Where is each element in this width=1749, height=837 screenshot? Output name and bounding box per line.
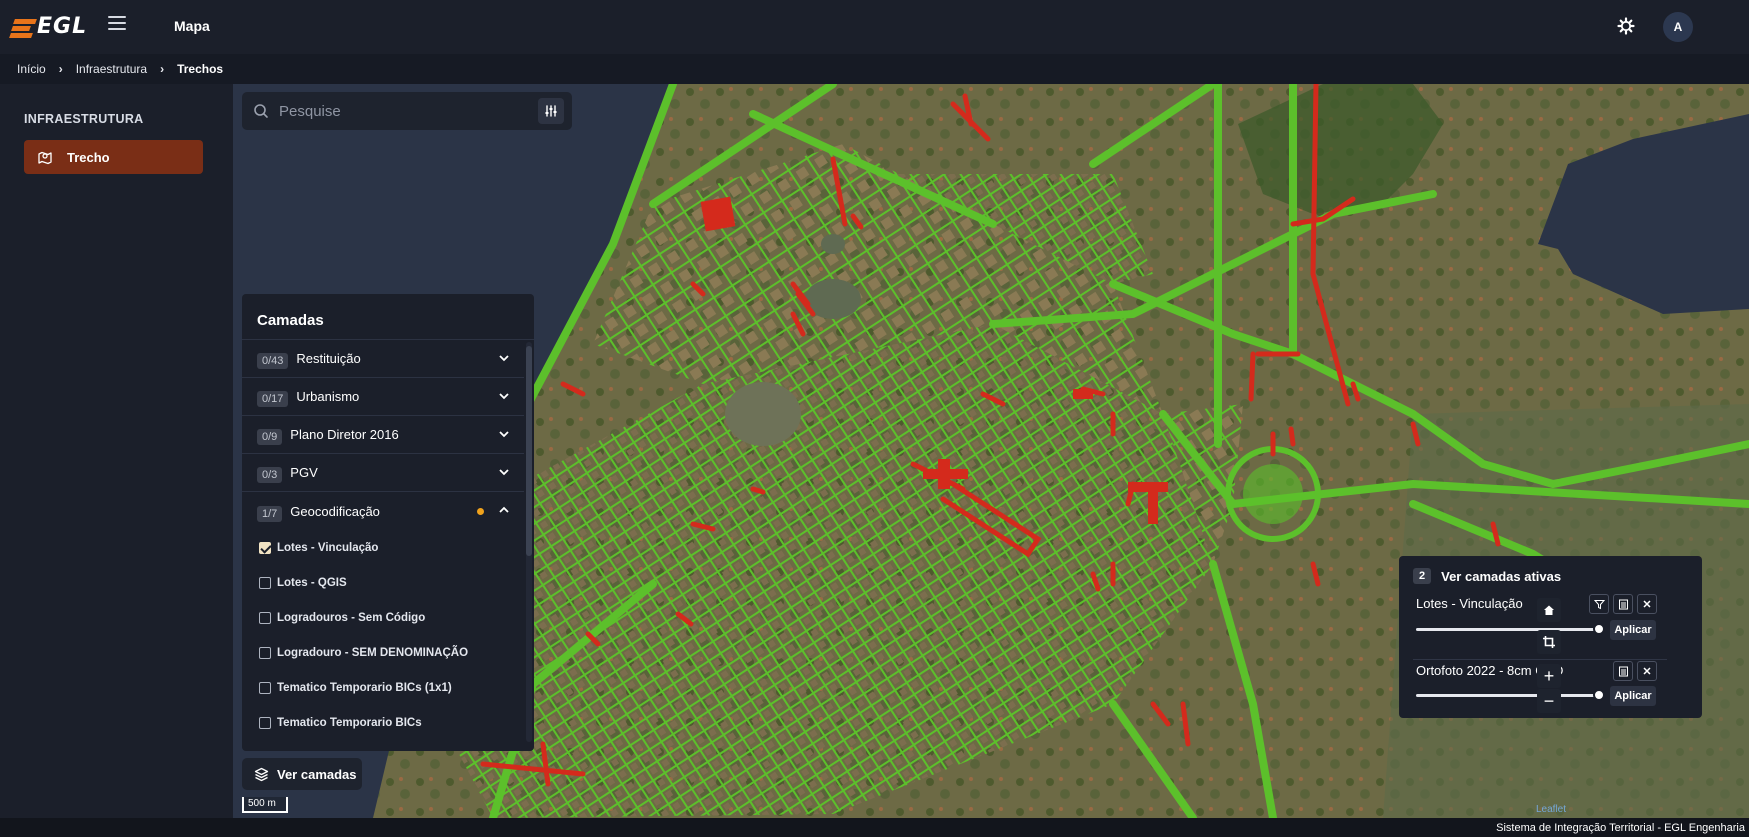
layer-item-label: Lotes - QGIS bbox=[277, 576, 347, 589]
opacity-slider-knob[interactable] bbox=[1593, 623, 1605, 635]
active-layers-title[interactable]: Ver camadas ativas bbox=[1441, 569, 1561, 584]
sidebar-item-label: Trecho bbox=[67, 149, 110, 165]
layer-item-lotes-qgis[interactable]: Lotes - QGIS bbox=[242, 565, 524, 600]
chevron-down-icon bbox=[499, 469, 509, 476]
breadcrumb-trechos: Trechos bbox=[177, 62, 224, 76]
legend-list-icon[interactable] bbox=[1613, 661, 1633, 681]
layer-count-badge: 0/3 bbox=[257, 467, 283, 483]
layers-stack-icon bbox=[254, 767, 269, 781]
layer-group-geocodificacao[interactable]: 1/7 Geocodificação bbox=[242, 492, 524, 530]
page-title: Mapa bbox=[174, 18, 210, 34]
settings-gear-icon[interactable] bbox=[1616, 16, 1636, 36]
layers-panel: Camadas 0/43 Restituição 0/17 Urbanismo … bbox=[242, 294, 534, 751]
chevron-right-icon: › bbox=[160, 62, 165, 76]
view-layers-label: Ver camadas bbox=[277, 766, 357, 782]
apply-button[interactable]: Aplicar bbox=[1610, 686, 1656, 706]
crop-extent-button[interactable] bbox=[1537, 630, 1561, 654]
active-indicator-dot bbox=[477, 508, 484, 515]
sidebar-item-trecho[interactable]: Trecho bbox=[24, 140, 203, 174]
opacity-slider[interactable] bbox=[1416, 623, 1605, 635]
breadcrumb-infraestrutura[interactable]: Infraestrutura bbox=[76, 62, 147, 76]
close-icon[interactable] bbox=[1637, 594, 1657, 614]
layer-group-pgv[interactable]: 0/3 PGV bbox=[242, 454, 524, 492]
layer-checkbox[interactable] bbox=[259, 541, 271, 554]
layer-item-lotes-vinculacao[interactable]: Lotes - Vinculação bbox=[242, 530, 524, 565]
layer-item-label: Logradouros - Sem Código bbox=[277, 611, 426, 624]
footer-text: Sistema de Integração Territorial - EGL … bbox=[1496, 822, 1745, 834]
layer-item-logradouros-sem-codigo[interactable]: Logradouros - Sem Código bbox=[242, 600, 524, 635]
logo-text: EGL bbox=[37, 14, 88, 39]
layer-checkbox[interactable] bbox=[259, 576, 271, 589]
apply-button[interactable]: Aplicar bbox=[1610, 620, 1656, 640]
filter-settings-button[interactable] bbox=[538, 98, 564, 124]
menu-toggle-icon[interactable] bbox=[108, 15, 126, 31]
opacity-slider[interactable] bbox=[1416, 689, 1605, 701]
layer-item-tematico-bics[interactable]: Tematico Temporario BICs bbox=[242, 705, 524, 740]
layer-checkbox[interactable] bbox=[259, 611, 271, 624]
sliders-icon bbox=[545, 105, 557, 117]
layers-scrollbar-thumb[interactable] bbox=[526, 346, 532, 556]
home-button[interactable] bbox=[1537, 598, 1561, 622]
layer-group-name: PGV bbox=[290, 465, 318, 480]
chevron-up-icon bbox=[499, 506, 509, 513]
layer-group-urbanismo[interactable]: 0/17 Urbanismo bbox=[242, 378, 524, 416]
layer-item-tematico-bics-1x1[interactable]: Tematico Temporario BICs (1x1) bbox=[242, 670, 524, 705]
zoom-in-button[interactable]: + bbox=[1537, 664, 1561, 688]
layers-panel-title: Camadas bbox=[242, 294, 534, 340]
layer-item-label: Tematico Temporario BICs bbox=[277, 716, 422, 729]
layer-item-label: Tematico Temporario BICs (1x1) bbox=[277, 681, 452, 694]
footer: Sistema de Integração Territorial - EGL … bbox=[0, 818, 1749, 837]
layer-checkbox[interactable] bbox=[259, 681, 271, 694]
leaflet-attribution-link[interactable]: Leaflet bbox=[1536, 804, 1566, 815]
egl-logo[interactable]: EGL bbox=[9, 14, 88, 39]
layer-item-label: Lotes - Vinculação bbox=[277, 541, 379, 554]
legend-list-icon[interactable] bbox=[1613, 594, 1633, 614]
layer-item-label: Logradouro - SEM DENOMINAÇÃO bbox=[277, 646, 469, 659]
layer-group-name: Restituição bbox=[296, 351, 361, 366]
chevron-down-icon bbox=[499, 393, 509, 400]
search-bar bbox=[242, 92, 572, 130]
layer-group-name: Urbanismo bbox=[296, 389, 360, 404]
active-layer-name: Lotes - Vinculação bbox=[1416, 596, 1523, 611]
layer-group-name: Plano Diretor 2016 bbox=[290, 427, 399, 442]
search-input[interactable] bbox=[279, 102, 519, 120]
view-layers-button[interactable]: Ver camadas bbox=[242, 758, 362, 790]
close-icon[interactable] bbox=[1637, 661, 1657, 681]
breadcrumb: Início › Infraestrutura › Trechos bbox=[0, 54, 1749, 84]
layer-item-logradouro-sem-denominacao[interactable]: Logradouro - SEM DENOMINAÇÃO bbox=[242, 635, 524, 670]
chevron-down-icon bbox=[499, 431, 509, 438]
map-scale-bar: 500 m bbox=[242, 797, 288, 813]
zoom-out-button[interactable]: − bbox=[1537, 689, 1561, 713]
user-avatar[interactable]: A bbox=[1663, 12, 1693, 42]
layer-group-name: Geocodificação bbox=[290, 503, 380, 519]
search-icon bbox=[254, 104, 268, 118]
map-pin-icon bbox=[38, 151, 52, 165]
layer-checkbox[interactable] bbox=[259, 716, 271, 729]
opacity-slider-knob[interactable] bbox=[1593, 689, 1605, 701]
layer-group-plano-diretor[interactable]: 0/9 Plano Diretor 2016 bbox=[242, 416, 524, 454]
layer-group-restituicao[interactable]: 0/43 Restituição bbox=[242, 340, 524, 378]
layer-checkbox[interactable] bbox=[259, 646, 271, 659]
layer-count-badge: 0/9 bbox=[257, 429, 283, 445]
sidebar-heading: INFRAESTRUTURA bbox=[24, 112, 144, 126]
home-icon bbox=[1544, 605, 1554, 615]
crop-icon bbox=[1543, 636, 1555, 648]
filter-funnel-icon[interactable] bbox=[1589, 594, 1609, 614]
breadcrumb-inicio[interactable]: Início bbox=[17, 62, 46, 76]
layer-count-badge: 0/17 bbox=[257, 391, 289, 407]
layer-count-badge: 0/43 bbox=[257, 353, 289, 369]
logo-mark-icon bbox=[9, 17, 37, 38]
chevron-right-icon: › bbox=[58, 62, 63, 76]
map-canvas[interactable]: Camadas 0/43 Restituição 0/17 Urbanismo … bbox=[233, 84, 1749, 818]
chevron-down-icon bbox=[499, 355, 509, 362]
layer-count-badge: 1/7 bbox=[257, 505, 283, 522]
active-layers-count-badge: 2 bbox=[1413, 568, 1432, 584]
top-bar: EGL Mapa A bbox=[0, 0, 1749, 54]
sidebar: INFRAESTRUTURA Trecho bbox=[0, 84, 233, 818]
